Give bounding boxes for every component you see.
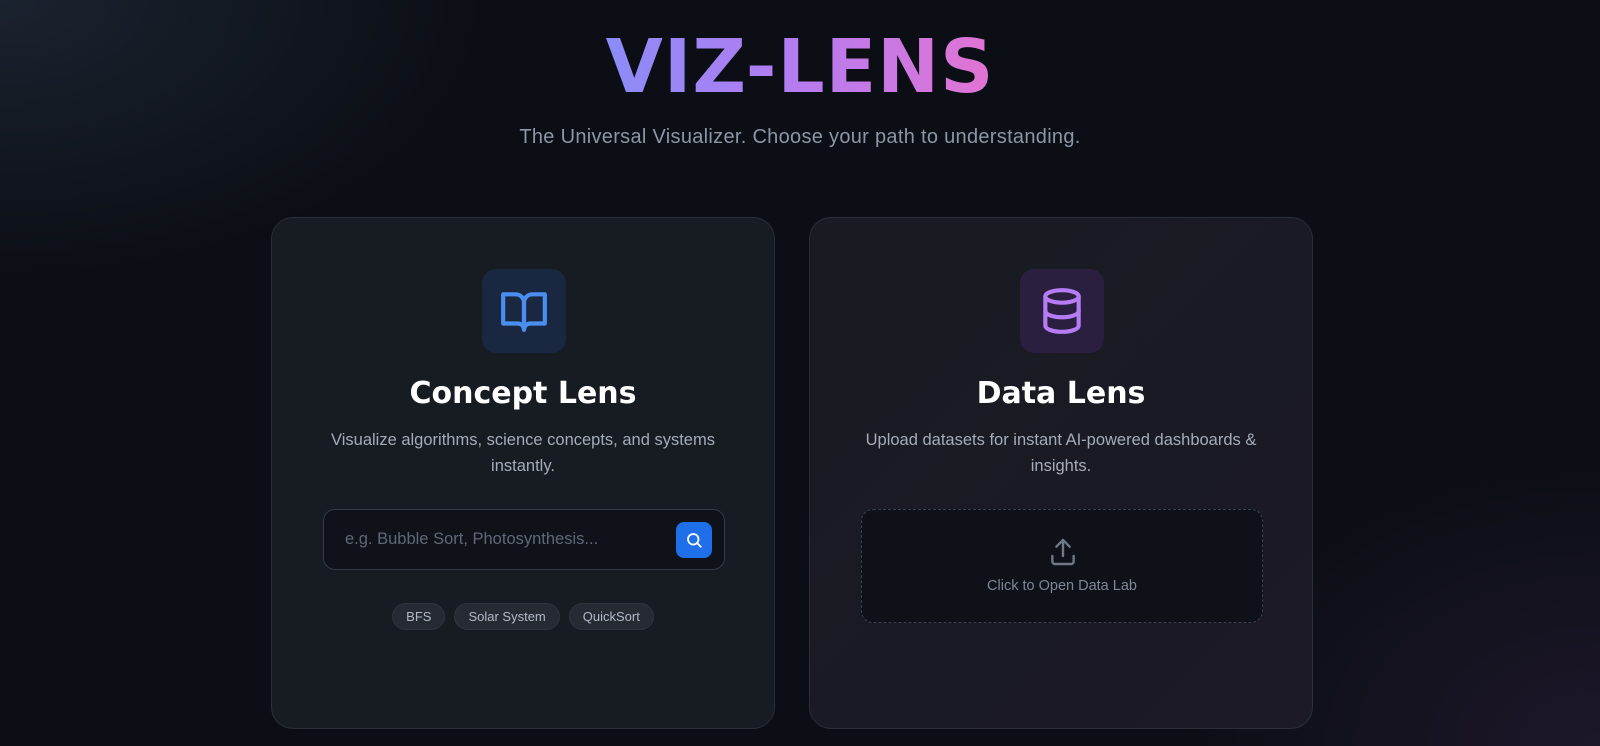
chip-quicksort[interactable]: QuickSort xyxy=(568,603,654,630)
data-lens-card[interactable]: Data Lens Upload datasets for instant AI… xyxy=(809,217,1313,729)
open-data-lab-label: Click to Open Data Lab xyxy=(987,578,1137,594)
app-subtitle: The Universal Visualizer. Choose your pa… xyxy=(519,126,1081,148)
concept-search-input[interactable] xyxy=(324,510,676,569)
book-open-icon xyxy=(501,292,547,332)
data-lens-title: Data Lens xyxy=(976,376,1146,411)
search-icon xyxy=(687,532,702,548)
database-icon xyxy=(1043,288,1081,334)
search-button[interactable] xyxy=(676,521,712,558)
chip-solar-system[interactable]: Solar System xyxy=(454,603,560,630)
concept-lens-card[interactable]: Concept Lens Visualize algorithms, scien… xyxy=(271,217,775,729)
chip-bfs[interactable]: BFS xyxy=(392,603,446,630)
concept-lens-title: Concept Lens xyxy=(409,376,637,411)
data-icon-tile xyxy=(1020,269,1104,353)
concept-lens-description: Visualize algorithms, science concepts, … xyxy=(331,431,715,475)
concept-search-box xyxy=(323,509,725,570)
open-data-lab-dropzone[interactable]: Click to Open Data Lab xyxy=(861,509,1263,623)
data-lens-description: Upload datasets for instant AI-powered d… xyxy=(865,431,1257,475)
hero: VIZ-LENS The Universal Visualizer. Choos… xyxy=(0,22,1600,149)
app-title: VIZ-LENS xyxy=(605,24,995,110)
concept-icon-tile xyxy=(482,269,566,353)
example-chips: BFS Solar System QuickSort xyxy=(272,603,774,630)
upload-icon xyxy=(1051,538,1075,566)
